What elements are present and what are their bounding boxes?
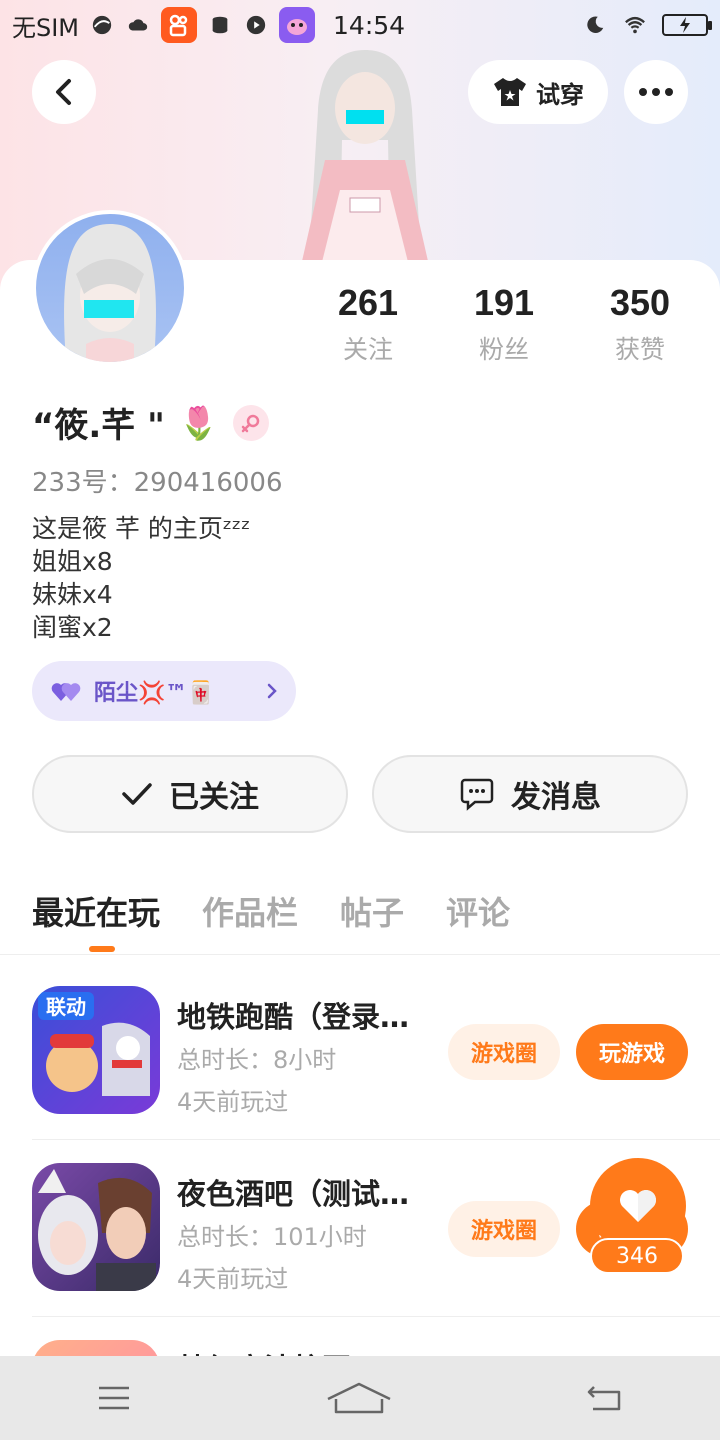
kuaishou-app-icon [161, 7, 198, 43]
profile-stats: 261 关注 191 粉丝 350 获赞 [300, 282, 710, 366]
tshirt-icon [494, 78, 526, 106]
game-last-played: 4天前玩过 [177, 1088, 289, 1116]
game-duration: 总时长：8小时 [177, 1046, 337, 1074]
likes-stat[interactable]: 350 获赞 [572, 282, 708, 366]
chat-bubble-icon [460, 778, 494, 811]
game-title: 夜色酒吧（测试… [177, 1177, 410, 1211]
game-app-icon [279, 7, 316, 43]
send-message-label: 发消息 [511, 780, 601, 815]
play-game-button[interactable]: 玩游戏 [576, 1024, 688, 1080]
magic-school-game-icon [32, 1340, 160, 1356]
avatar-3d-figure [300, 50, 430, 270]
system-nav-bar [0, 1356, 720, 1440]
tulip-emoji: 🌷 [178, 403, 219, 442]
tab-comments[interactable]: 评论 [446, 888, 510, 934]
storage-icon [212, 16, 228, 34]
like-count: 346 [590, 1238, 684, 1274]
name-row: “筱.芊 " 🌷 [32, 398, 269, 447]
send-message-button[interactable]: 发消息 [372, 755, 688, 833]
chevron-left-icon [56, 79, 71, 105]
clock-time: 14:54 [333, 10, 406, 40]
night-bar-game-icon [32, 1163, 160, 1291]
followers-label: 粉丝 [478, 335, 529, 364]
game-circle-button[interactable]: 游戏圈 [448, 1201, 560, 1257]
bio-line: 妹妹x4 [32, 580, 113, 609]
user-id[interactable]: 233号：290416006 [32, 462, 283, 499]
following-stat[interactable]: 261 关注 [300, 282, 436, 366]
group-name: 陌尘💢™🀄 [94, 681, 215, 706]
subway-surfers-game-icon: 联动 [32, 986, 160, 1114]
likes-count: 350 [609, 282, 671, 323]
chevron-right-icon [267, 683, 277, 699]
bio: 这是筱 芊 的主页ᶻᶻᶻ 姐姐x8 妹妹x4 闺蜜x2 [32, 512, 250, 644]
battery-icon [662, 14, 712, 36]
double-heart-icon [51, 683, 81, 701]
profile-tabs: 最近在玩 作品栏 帖子 评论 [32, 888, 510, 934]
female-gender-icon [232, 404, 269, 441]
game-last-played: 4天前玩过 [177, 1265, 289, 1293]
profile-name: “筱.芊 " [32, 406, 165, 446]
group-chip[interactable]: 陌尘💢™🀄 [32, 661, 296, 721]
game-list-item[interactable]: 联动 地铁跑酷（登录… 总时长：8小时 4天前玩过 游戏圈 玩游戏 [0, 954, 720, 1130]
game-title: 梦幻魔法校园 [177, 1346, 351, 1356]
avatar-image [64, 224, 156, 362]
try-on-button[interactable]: 试穿 [468, 60, 608, 124]
bio-line: 姐姐x8 [32, 547, 113, 576]
checkmark-icon [122, 783, 152, 805]
game-list-item[interactable]: 梦幻魔法校园 [0, 1316, 720, 1356]
icon-badge-text: 联动 [46, 995, 86, 1019]
like-floating-button[interactable]: 346 [588, 1158, 688, 1278]
game-duration: 总时长：101小时 [177, 1223, 367, 1251]
cloud-icon [128, 19, 148, 31]
following-label: 关注 [342, 335, 393, 364]
likes-label: 获赞 [614, 335, 665, 364]
followed-button[interactable]: 已关注 [32, 755, 348, 833]
followed-label: 已关注 [169, 780, 259, 815]
moon-icon [587, 16, 604, 33]
tab-recently-played[interactable]: 最近在玩 [32, 888, 160, 934]
more-dots-icon [639, 88, 673, 96]
game-title: 地铁跑酷（登录… [177, 1000, 410, 1034]
menu-icon[interactable] [96, 1384, 132, 1412]
game-circle-button[interactable]: 游戏圈 [448, 1024, 560, 1080]
more-options-button[interactable] [624, 60, 688, 124]
back-nav-icon[interactable] [586, 1383, 624, 1413]
avatar[interactable] [32, 210, 188, 366]
bio-line: 这是筱 芊 的主页ᶻᶻᶻ [32, 514, 251, 543]
followers-count: 191 [473, 282, 535, 323]
tab-posts[interactable]: 帖子 [340, 888, 404, 934]
home-icon[interactable] [324, 1381, 394, 1415]
back-button[interactable] [32, 60, 96, 124]
bio-line: 闺蜜x2 [32, 613, 113, 642]
wifi-icon [625, 16, 645, 34]
video-play-icon [246, 15, 266, 35]
try-on-label: 试穿 [536, 80, 584, 109]
carrier-text: 无SIM [12, 13, 80, 42]
status-bar: 无SIM 14:54 [0, 0, 720, 50]
followers-stat[interactable]: 191 粉丝 [436, 282, 572, 366]
tab-works[interactable]: 作品栏 [202, 888, 298, 934]
heart-icon [620, 1190, 656, 1222]
browser-icon [92, 15, 112, 35]
following-count: 261 [337, 282, 399, 323]
active-tab-indicator [89, 946, 115, 952]
